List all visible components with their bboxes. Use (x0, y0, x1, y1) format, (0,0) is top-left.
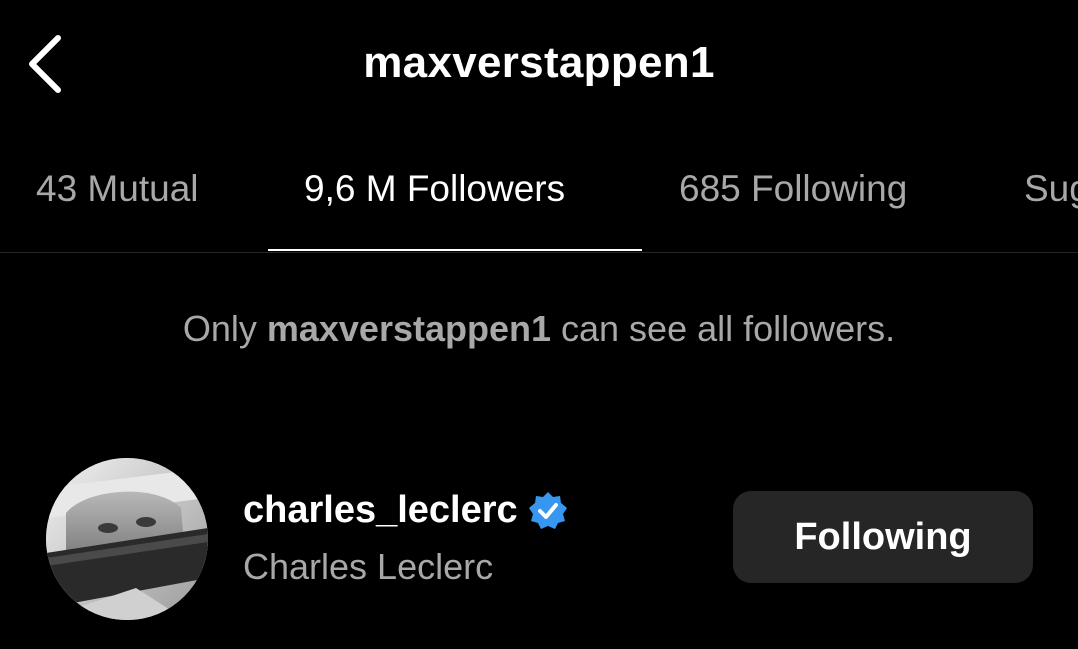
avatar[interactable] (46, 458, 208, 620)
tab-mutual[interactable]: 43 Mutual (36, 168, 199, 210)
tab-followers[interactable]: 9,6 M Followers (304, 168, 565, 210)
active-tab-indicator (268, 249, 642, 251)
notice-prefix: Only (182, 308, 267, 349)
page-title: maxverstappen1 (363, 38, 715, 87)
profile-photo (46, 458, 208, 620)
list-item[interactable]: charles_leclerc Charles Leclerc Followin… (0, 455, 1078, 625)
followers-privacy-notice: Only maxverstappen1 can see all follower… (0, 308, 1078, 350)
tab-following[interactable]: 685 Following (679, 168, 907, 210)
notice-username: maxverstappen1 (266, 308, 551, 349)
username-line: charles_leclerc (243, 489, 568, 532)
notice-suffix: can see all followers. (551, 308, 896, 349)
header: maxverstappen1 (0, 0, 1078, 130)
following-button[interactable]: Following (733, 491, 1033, 583)
tab-bar: 43 Mutual 9,6 M Followers 685 Following … (0, 150, 1078, 253)
verified-badge-icon (528, 491, 567, 529)
tab-suggested[interactable]: Sug (1024, 168, 1078, 210)
follower-username[interactable]: charles_leclerc (243, 489, 518, 532)
follower-full-name: Charles Leclerc (243, 546, 494, 587)
